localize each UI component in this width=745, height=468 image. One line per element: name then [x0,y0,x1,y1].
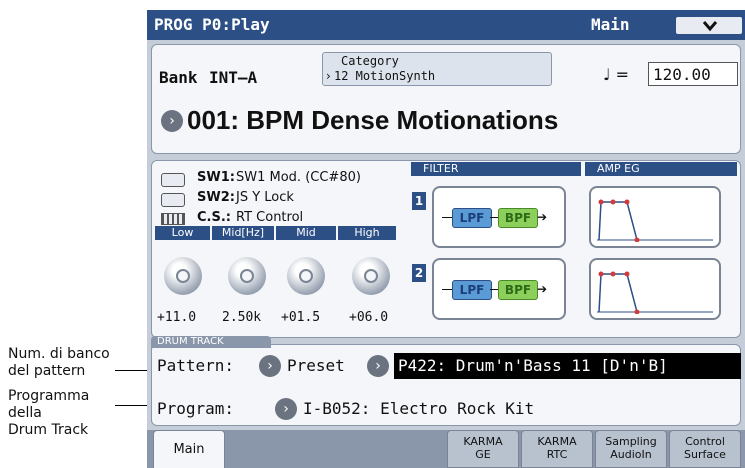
tab-sampling-line1: Sampling [605,435,657,448]
sw2-label: SW2: [197,190,235,205]
eq-mid-label: Mid [276,226,336,240]
drum-program-select-icon[interactable]: › [275,398,297,420]
drum-program-value[interactable]: I-B052: Electro Rock Kit [303,399,534,418]
pattern-bank-annotation: Num. di banco del pattern [8,346,110,379]
category-label: Category [341,54,399,68]
filter-header: FILTER [411,162,581,176]
tab-karma-rtc-line2: RTC [546,448,568,461]
bank-label: Bank [159,68,198,87]
eq-high-value: +06.0 [349,310,389,325]
amp-eg-2-button[interactable] [589,258,721,320]
tempo-field[interactable]: 120.00 [648,62,738,86]
chevron-down-icon [702,21,718,32]
oscillator-2-badge: 2 [412,264,426,282]
filter-2-bpf: BPF [498,280,538,300]
arrow-right-icon: ➔ [537,282,548,296]
control-surface-icon [161,213,185,225]
program-select-icon[interactable]: › [161,110,183,132]
tab-main[interactable]: Main [153,430,225,468]
tab-karma-ge-line1: KARMA [463,435,503,448]
drum-program-label: Program: [157,399,235,418]
page-title: PROG P0:Play [154,15,270,34]
filter-2-button[interactable]: LPF BPF ➔ [432,258,566,320]
category-select[interactable]: Category › 12 MotionSynth [322,52,552,86]
sw1-value[interactable]: SW1 Mod. (CC#80) [236,170,361,185]
tempo-value: 120.00 [653,65,711,84]
cs-label: C.S.: [197,210,231,225]
page-name: Main [591,15,630,34]
program-name[interactable]: 001: BPM Dense Motionations [187,105,558,136]
sw2-value[interactable]: JS Y Lock [236,190,294,205]
eq-low-label: Low [155,226,210,240]
tab-karma-rtc-line1: KARMA [537,435,577,448]
eq-high-label: High [338,226,396,240]
amp-eg-1-envelope [597,199,713,242]
tab-sampling-audioin[interactable]: Sampling AudioIn [595,430,667,468]
filter-1-bpf: BPF [498,208,538,228]
filter-1-button[interactable]: LPF BPF ➔ [432,186,566,248]
arrow-right-icon: ➔ [537,210,548,224]
tab-control-surface[interactable]: Control Surface [669,430,741,468]
pattern-bank-value[interactable]: Preset [287,356,345,375]
tab-karma-rtc[interactable]: KARMA RTC [521,430,593,468]
tab-control-line2: Surface [684,448,726,461]
program-play-screen: PROG P0:Play Main Bank INT–A Category › … [147,10,745,468]
drum-track-header: DRUM TRACK [151,336,271,348]
sw1-label: SW1: [197,170,235,185]
tab-control-line1: Control [685,435,725,448]
tempo-symbol: ♩ = [603,65,630,84]
tab-karma-ge-line2: GE [475,448,491,461]
chevron-right-icon: › [326,69,331,83]
amp-eg-1-button[interactable] [589,186,721,248]
tab-karma-ge[interactable]: KARMA GE [447,430,519,468]
filter-2-lpf: LPF [452,280,492,300]
amp-eg-2-envelope [597,271,713,314]
switch-icon [161,173,185,187]
eq-high-knob[interactable] [352,257,390,295]
eq-mid-value: +01.5 [281,310,321,325]
cs-value[interactable]: RT Control [236,210,303,225]
title-bar: PROG P0:Play Main [147,10,745,40]
pattern-bank-select-icon[interactable]: › [259,355,281,377]
eq-mid-knob[interactable] [287,257,325,295]
tab-sampling-line2: AudioIn [610,448,652,461]
drum-program-annotation: Programma della Drum Track [8,388,90,438]
tab-main-label: Main [173,442,205,457]
amp-eg-header: AMP EG [585,162,737,176]
pattern-label: Pattern: [157,356,235,375]
bank-value[interactable]: INT–A [209,68,257,87]
pattern-field[interactable]: P422: Drum'n'Bass 11 [D'n'B] [394,353,741,379]
eq-low-value: +11.0 [157,310,197,325]
eq-midfreq-value: 2.50k [222,310,262,325]
eq-midfreq-label: Mid[Hz] [212,226,274,240]
eq-low-knob[interactable] [164,257,202,295]
oscillator-1-badge: 1 [412,192,426,210]
switch-icon [161,193,185,207]
eq-midfreq-knob[interactable] [228,257,266,295]
pattern-select-icon[interactable]: › [367,355,389,377]
category-value: 12 MotionSynth [334,69,436,83]
page-menu-button[interactable] [674,15,744,36]
filter-1-lpf: LPF [452,208,492,228]
